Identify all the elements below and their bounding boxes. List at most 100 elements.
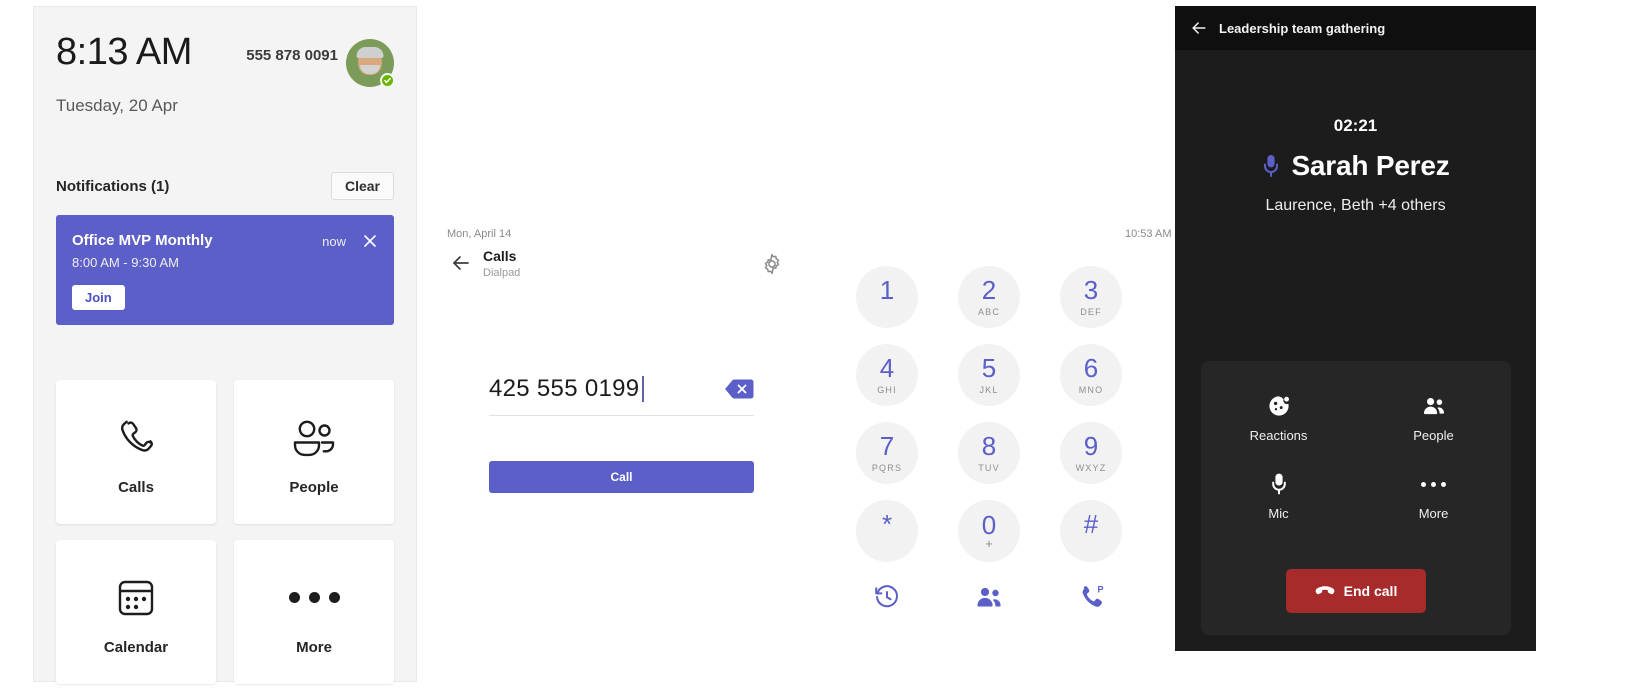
dialpad-key-4[interactable]: 4 GHI [856,344,918,406]
clock-block: 8:13 AM [56,31,246,73]
key-digit: 1 [879,275,895,305]
call-button[interactable]: Call [489,461,754,493]
active-speaker-name: Sarah Perez [1291,150,1450,181]
clear-notifications-button[interactable]: Clear [330,172,394,200]
control-label: Reactions [1249,428,1308,443]
contacts-icon[interactable] [972,580,1006,614]
meeting-title: Leadership team gathering [1219,20,1386,36]
tile-people[interactable]: People [234,380,394,524]
notification-title: Office MVP Monthly [72,232,213,249]
dialpad-header: Calls Dialpad [449,248,520,279]
dialpad-key-star[interactable]: * [856,500,918,562]
key-letters: MNO [1078,385,1104,395]
dialpad-date: Mon, April 14 [447,228,512,240]
dialpad-time: 10:53 AM [1125,228,1172,240]
notification-age: now [322,234,346,249]
ellipsis-icon [288,569,340,627]
page-subtitle: Dialpad [483,266,521,279]
phone-number-input[interactable]: 425 555 0199 [489,375,754,416]
key-digit: 5 [981,353,997,383]
key-digit: 2 [981,275,997,305]
microphone-icon [1271,471,1287,497]
end-call-button[interactable]: End call [1286,569,1426,613]
avatar[interactable] [346,39,395,88]
notification-time-range: 8:00 AM - 9:30 AM [72,255,179,270]
control-people[interactable]: People [1356,393,1511,443]
ellipsis-icon [1421,471,1446,497]
arrow-left-icon[interactable] [449,251,473,275]
dialpad-titles: Calls Dialpad [483,248,520,279]
dialpad-key-5[interactable]: 5 JKL [958,344,1020,406]
home-header: 8:13 AM 555 878 0091 [56,31,395,88]
call-controls-grid: Reactions People Mic More [1201,393,1511,521]
avatar-detail [360,64,380,74]
control-more[interactable]: More [1356,471,1511,521]
key-letters: TUV [978,463,1000,473]
search-input-value: 425 555 0199 [489,375,640,402]
calendar-icon [114,569,158,627]
tile-label: Calls [118,478,154,496]
clock-date: Tuesday, 20 Apr [56,96,178,115]
device-phone-number: 555 878 0091 [246,47,338,64]
phone-icon [114,409,158,467]
dialpad-key-hash[interactable]: # [1060,500,1122,562]
people-icon [291,409,337,467]
tile-label: More [296,638,332,656]
end-call-label: End call [1343,583,1398,599]
screenshot-stage: 8:13 AM 555 878 0091 Tuesday, 20 Apr Not… [0,0,1639,689]
close-icon[interactable] [362,233,378,249]
gear-icon[interactable] [760,252,784,276]
clock-time: 8:13 AM [56,31,192,73]
key-letters: GHI [877,385,897,395]
dialpad-key-2[interactable]: 2 ABC [958,266,1020,328]
notifications-title: Notifications (1) [56,177,170,195]
key-digit: 6 [1083,353,1099,383]
participants-summary: Laurence, Beth +4 others [1265,197,1446,214]
dialpad-action-row: P [836,580,1142,614]
key-digit: # [1083,509,1099,539]
tile-more[interactable]: More [234,540,394,684]
key-letters: ABC [977,307,1001,317]
dialpad-key-0[interactable]: 0 + [958,500,1020,562]
call-timer: 02:21 [1333,116,1378,135]
app-tile-grid: Calls People Calendar More [56,380,394,684]
tile-calls[interactable]: Calls [56,380,216,524]
tile-calendar[interactable]: Calendar [56,540,216,684]
dialpad-key-9[interactable]: 9 WXYZ [1060,422,1122,484]
control-label: Mic [1268,506,1289,521]
dialpad-key-1[interactable]: 1 [856,266,918,328]
ellipsis-dots [1421,481,1446,487]
backspace-icon[interactable] [724,378,754,400]
dialpad-key-6[interactable]: 6 MNO [1060,344,1122,406]
dialpad-key-8[interactable]: 8 TUV [958,422,1020,484]
notification-card[interactable]: Office MVP Monthly now 8:00 AM - 9:30 AM… [56,215,394,325]
key-digit: 0 [981,510,997,540]
key-digit: 3 [1083,275,1099,305]
call-controls-card: Reactions People Mic More End call [1201,361,1511,635]
call-park-icon[interactable]: P [1074,580,1108,614]
key-letters: WXYZ [1075,463,1107,473]
microphone-icon [1261,153,1281,179]
control-reactions[interactable]: Reactions [1201,393,1356,443]
history-icon[interactable] [870,580,904,614]
number-text-wrap: 425 555 0199 [489,375,724,403]
tile-label: Calendar [103,638,169,656]
people-icon [1422,393,1446,419]
end-call-icon [1315,585,1335,597]
join-meeting-button[interactable]: Join [72,285,125,310]
notifications-header: Notifications (1) Clear [56,172,394,200]
home-panel: 8:13 AM 555 878 0091 Tuesday, 20 Apr Not… [33,6,417,684]
key-digit: * [881,509,893,539]
key-digit: 8 [981,431,997,461]
in-call-header: Leadership team gathering [1175,6,1536,50]
active-speaker: Sarah Perez [1175,150,1536,182]
text-caret [642,376,645,402]
control-mic[interactable]: Mic [1201,471,1356,521]
dialpad-key-7[interactable]: 7 PQRS [856,422,918,484]
control-label: More [1418,506,1449,521]
notification-top-row: Office MVP Monthly now [72,232,378,249]
arrow-left-icon[interactable] [1189,18,1209,38]
svg-text:P: P [1098,585,1104,595]
tile-label: People [289,478,339,496]
dialpad-key-3[interactable]: 3 DEF [1060,266,1122,328]
